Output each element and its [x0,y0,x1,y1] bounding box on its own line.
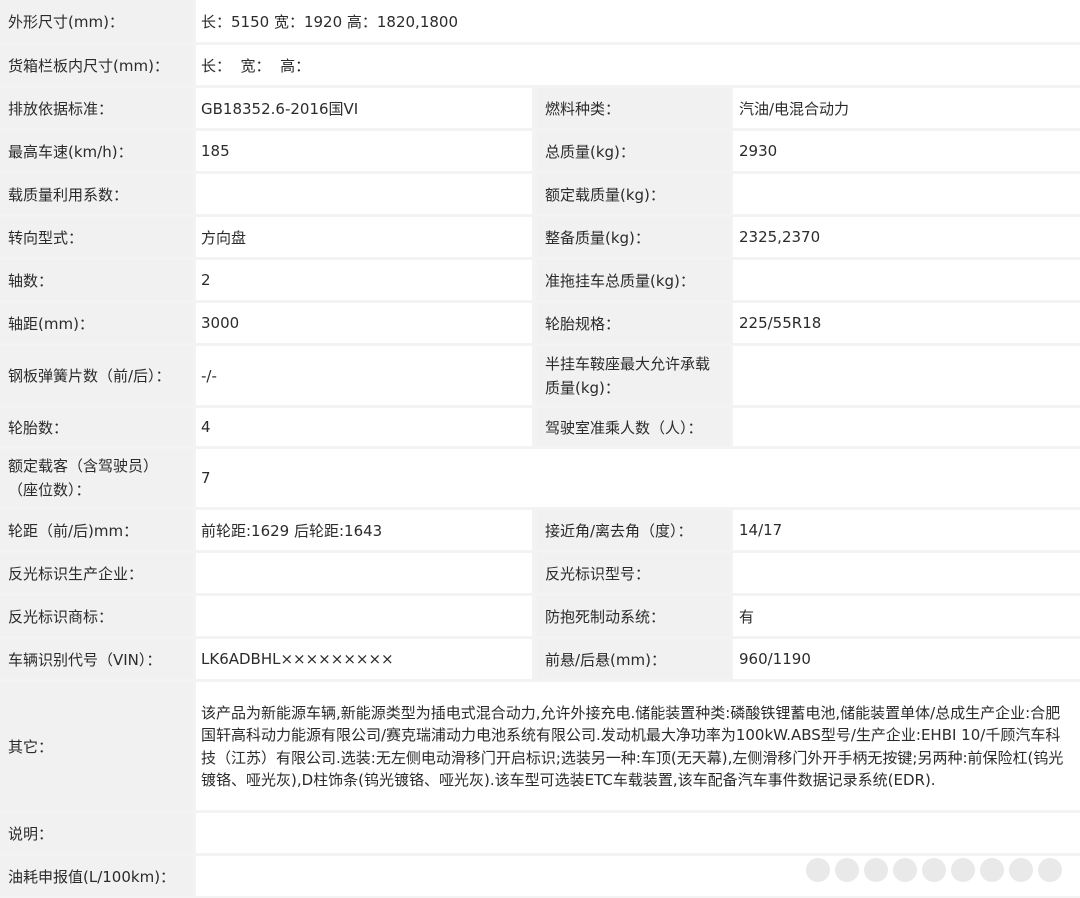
row-reflective-manufacturer: 反光标识生产企业： 反光标识型号： [0,553,1080,593]
row-value [196,553,532,593]
row-label: 油耗申报值(L/100km)： [0,856,193,896]
row-value-2 [733,260,1080,300]
row-value-2: 2325,2370 [733,217,1080,257]
row-value: 长： 宽： 高： [196,45,1080,85]
row-value-2: 225/55R18 [733,303,1080,343]
row-label: 外形尺寸(mm)： [0,0,193,42]
row-label: 反光标识商标： [0,596,193,636]
row-label: 最高车速(km/h)： [0,131,193,171]
watermark-dot [951,858,975,882]
row-value: 长：5150 宽：1920 高：1820,1800 [196,0,1080,42]
row-label-2: 整备质量(kg)： [537,217,730,257]
watermark-dot [806,858,830,882]
row-description: 说明： [0,813,1080,853]
row-value [196,596,532,636]
row-label-2: 前悬/后悬(mm)： [537,639,730,679]
row-label-2: 反光标识型号： [537,553,730,593]
row-value: 2 [196,260,532,300]
watermark-dot [864,858,888,882]
row-label: 轴距(mm)： [0,303,193,343]
row-value: LK6ADBHL××××××××× [196,639,532,679]
watermark-dot [835,858,859,882]
row-label: 轮距（前/后)mm： [0,510,193,550]
row-value-2 [733,408,1080,446]
row-label: 转向型式： [0,217,193,257]
row-label-2: 接近角/离去角（度）： [537,510,730,550]
watermark-dot [893,858,917,882]
row-label: 车辆识别代号（VIN）： [0,639,193,679]
row-leaf-springs: 钢板弹簧片数（前/后）： -/- 半挂车鞍座最大允许承载 质量(kg)： [0,346,1080,405]
row-axle-count: 轴数： 2 准拖挂车总质量(kg)： [0,260,1080,300]
row-value-2: 2930 [733,131,1080,171]
row-value: 3000 [196,303,532,343]
row-wheelbase: 轴距(mm)： 3000 轮胎规格： 225/55R18 [0,303,1080,343]
row-value: -/- [196,346,532,405]
row-label-2: 总质量(kg)： [537,131,730,171]
row-label-2: 额定载质量(kg)： [537,174,730,214]
row-value-2 [733,174,1080,214]
row-other-notes: 其它： 该产品为新能源车辆,新能源类型为插电式混合动力,允许外接充电.储能装置种… [0,682,1080,810]
watermark-dot [980,858,1004,882]
row-value [196,174,532,214]
watermark-dot [922,858,946,882]
row-label: 载质量利用系数： [0,174,193,214]
row-value: 4 [196,408,532,446]
row-label: 额定载客（含驾驶员） （座位数）： [0,449,193,507]
row-label: 钢板弹簧片数（前/后）： [0,346,193,405]
row-emission-standard: 排放依据标准： GB18352.6-2016国VI 燃料种类： 汽油/电混合动力 [0,88,1080,128]
row-value: 185 [196,131,532,171]
row-value-2 [733,553,1080,593]
row-tire-count: 轮胎数： 4 驾驶室准乘人数（人）： [0,408,1080,446]
row-label: 说明： [0,813,193,853]
row-dimensions: 外形尺寸(mm)： 长：5150 宽：1920 高：1820,1800 [0,0,1080,42]
row-label-2: 准拖挂车总质量(kg)： [537,260,730,300]
row-label: 排放依据标准： [0,88,193,128]
row-label-2: 驾驶室准乘人数（人）： [537,408,730,446]
row-load-factor: 载质量利用系数： 额定载质量(kg)： [0,174,1080,214]
row-rated-passengers: 额定载客（含驾驶员） （座位数）： 7 [0,449,1080,507]
row-value-2: 960/1190 [733,639,1080,679]
row-label-2: 防抱死制动系统： [537,596,730,636]
watermark-dot [1038,858,1062,882]
row-label: 轮胎数： [0,408,193,446]
row-cargo-box-dimensions: 货箱栏板内尺寸(mm)： 长： 宽： 高： [0,45,1080,85]
row-label-2: 轮胎规格： [537,303,730,343]
row-value: GB18352.6-2016国VI [196,88,532,128]
vehicle-spec-sheet: 外形尺寸(mm)： 长：5150 宽：1920 高：1820,1800 货箱栏板… [0,0,1080,898]
row-value: 前轮距:1629 后轮距:1643 [196,510,532,550]
row-track-width: 轮距（前/后)mm： 前轮距:1629 后轮距:1643 接近角/离去角（度）：… [0,510,1080,550]
row-steering-type: 转向型式： 方向盘 整备质量(kg)： 2325,2370 [0,217,1080,257]
row-label: 反光标识生产企业： [0,553,193,593]
row-value: 7 [196,449,1080,507]
row-value [196,813,1080,853]
row-label-2: 燃料种类： [537,88,730,128]
row-value: 该产品为新能源车辆,新能源类型为插电式混合动力,允许外接充电.储能装置种类:磷酸… [196,682,1080,810]
row-value-2: 有 [733,596,1080,636]
row-value: 方向盘 [196,217,532,257]
row-label: 货箱栏板内尺寸(mm)： [0,45,193,85]
row-label: 其它： [0,682,193,810]
row-label-2: 半挂车鞍座最大允许承载 质量(kg)： [537,346,730,405]
row-value-2 [733,346,1080,405]
row-reflective-trademark: 反光标识商标： 防抱死制动系统： 有 [0,596,1080,636]
watermark-dot [1009,858,1033,882]
row-label: 轴数： [0,260,193,300]
row-max-speed: 最高车速(km/h)： 185 总质量(kg)： 2930 [0,131,1080,171]
row-value-2: 14/17 [733,510,1080,550]
row-vin: 车辆识别代号（VIN）： LK6ADBHL××××××××× 前悬/后悬(mm)… [0,639,1080,679]
watermark-dots [806,858,1062,882]
row-value-2: 汽油/电混合动力 [733,88,1080,128]
